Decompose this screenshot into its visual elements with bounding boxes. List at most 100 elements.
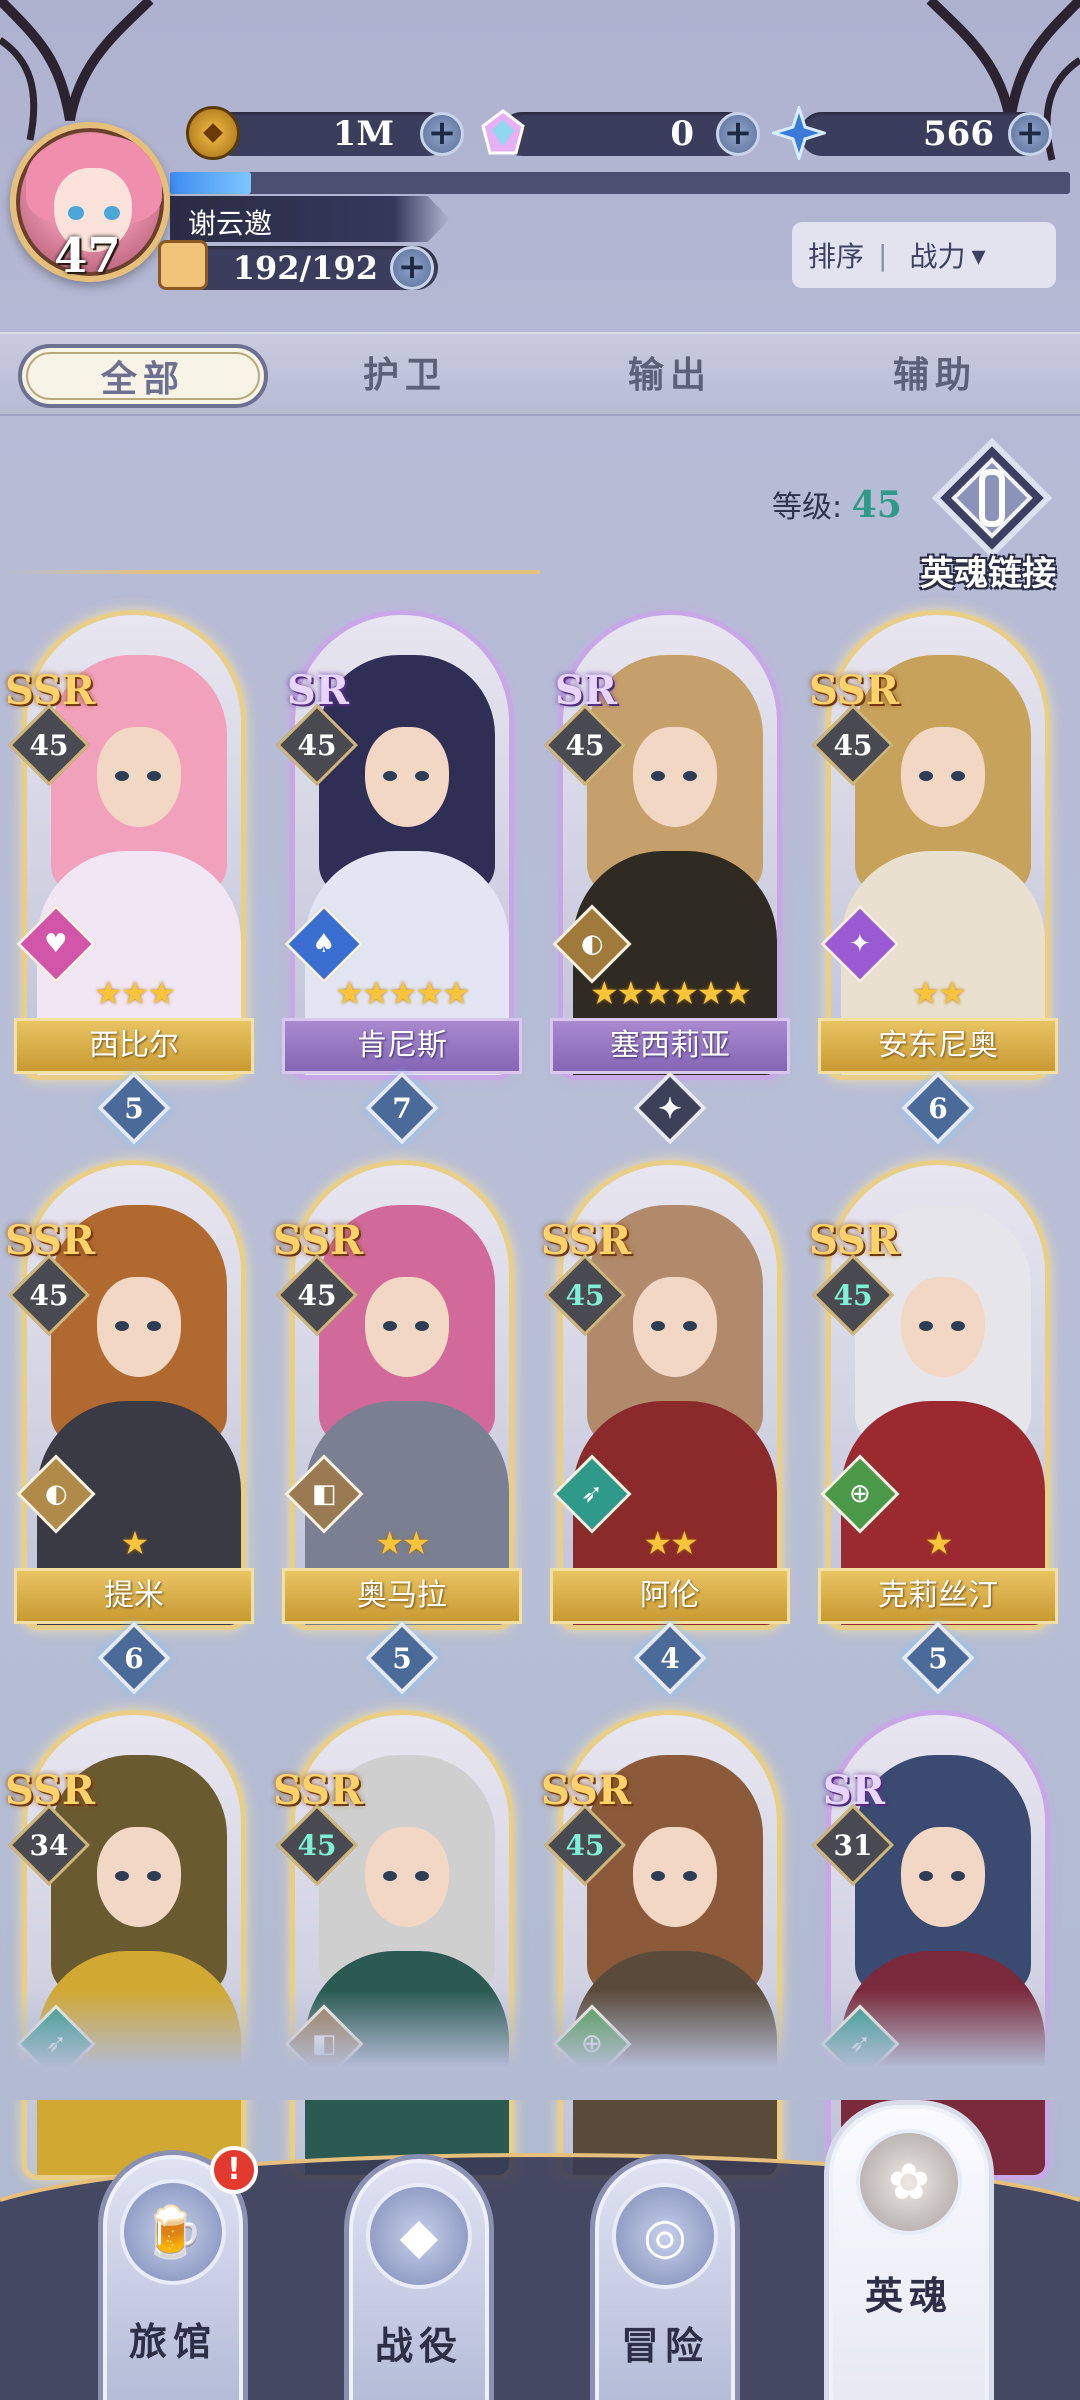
hero-name: 阿伦 — [550, 1568, 790, 1624]
portrait-eye — [115, 771, 129, 781]
nav-adventure[interactable]: ◎ 冒险 — [590, 2154, 740, 2400]
portrait-face — [97, 1277, 181, 1377]
star-rating: ★★ — [282, 1524, 522, 1562]
shield-icon: ◐ — [44, 1479, 68, 1509]
star-rating: ★★★★★★ — [550, 974, 790, 1012]
hero-link-icon[interactable] — [932, 438, 1052, 558]
add-stamina-button[interactable]: + — [390, 246, 434, 290]
portrait-eye — [115, 1321, 129, 1331]
hero-card[interactable]: SSR 45 ◧ ★★ 奥马拉 5 — [273, 1160, 522, 1695]
star-icon: ★ — [375, 1524, 404, 1562]
star-icon: ★ — [924, 1524, 954, 1562]
top-bar: 47 谢云邀 1M + 0 + 566 + 192/192 + 排序 | 战力 … — [0, 0, 1080, 320]
awakening-badge: 5 — [901, 1621, 975, 1695]
portrait-eye — [415, 1321, 429, 1331]
awakening-badge: 6 — [97, 1621, 171, 1695]
star-rating: ★★★★★ — [282, 974, 522, 1012]
star-rating: ★ — [14, 1524, 254, 1562]
gem-value: 0 — [670, 114, 694, 154]
star-icon: ★ — [120, 1524, 150, 1562]
bow-icon: ➶ — [581, 1478, 603, 1509]
portrait-face — [97, 727, 181, 827]
hero-card[interactable]: SR 45 ♠ ★★★★★ 肯尼斯 7 — [275, 610, 522, 1145]
tab-all[interactable]: 全部 — [18, 344, 268, 408]
gold-value: 1M — [332, 114, 394, 154]
hero-card[interactable]: SSR 45 ✦ ★★ 安东尼奥 6 — [809, 610, 1058, 1145]
portrait-face — [97, 1827, 181, 1927]
portrait-eye — [415, 771, 429, 781]
player-name-tag: 谢云邀 — [170, 196, 450, 242]
avatar-eye — [68, 206, 84, 220]
chevron-down-icon: ▾ — [971, 238, 986, 272]
player-name: 谢云邀 — [188, 207, 273, 240]
nav-adventure-label: 冒险 — [620, 2324, 709, 2368]
hero-card[interactable]: SSR 45 ➶ ★★ 阿伦 4 — [541, 1160, 790, 1695]
star-rating: ★★ — [550, 1524, 790, 1562]
nav-hero-soul-label: 英魂 — [864, 2274, 953, 2318]
hero-level: 45 — [29, 1278, 69, 1312]
awakening-value: 5 — [392, 1641, 412, 1675]
add-gem-button[interactable]: + — [716, 112, 760, 156]
hero-name: 提米 — [14, 1568, 254, 1624]
star-icon: ★ — [670, 1524, 699, 1562]
portrait-eye — [951, 1871, 965, 1881]
nav-hero-soul[interactable]: ✿ 英魂 — [824, 2100, 994, 2400]
bread-icon — [158, 240, 208, 290]
portrait-face — [901, 1827, 985, 1927]
player-level: 47 — [54, 228, 121, 284]
star-rating: ★ — [818, 1524, 1058, 1562]
star-icon: ★ — [442, 974, 471, 1012]
star-icon: ★ — [670, 974, 699, 1012]
star-rating: ★★★ — [14, 974, 254, 1012]
star-crystal-value: 566 — [923, 114, 994, 154]
add-gold-button[interactable]: + — [420, 112, 464, 156]
level-filter[interactable]: 等级: 45 — [772, 482, 902, 526]
hero-card[interactable]: SR 45 ◐ ★★★★★★ 塞西莉亚 ✦ — [543, 610, 790, 1145]
xp-bar-fill — [170, 172, 251, 194]
tab-support[interactable]: 辅助 — [810, 344, 1060, 408]
star-icon: ★ — [93, 974, 123, 1012]
tab-guard[interactable]: 护卫 — [280, 344, 530, 408]
hero-level: 45 — [297, 1828, 337, 1862]
nav-tavern-label: 旅馆 — [128, 2320, 217, 2364]
star-icon: ★ — [388, 974, 418, 1012]
hero-name: 奥马拉 — [282, 1568, 522, 1624]
portrait-face — [365, 1277, 449, 1377]
star-icon: ★ — [335, 974, 364, 1012]
nav-campaign[interactable]: ◆ 战役 — [344, 2154, 494, 2400]
portrait-eye — [651, 1321, 665, 1331]
portrait-eye — [919, 1321, 933, 1331]
hero-level: 45 — [565, 1828, 605, 1862]
target-icon: ⊕ — [849, 1478, 871, 1509]
sort-label: 排序 — [808, 240, 865, 273]
portrait-eye — [147, 771, 161, 781]
star-rating: ★★ — [818, 974, 1058, 1012]
gold-bar: 1M — [210, 112, 450, 156]
star-icon: ★ — [361, 974, 391, 1012]
shield-icon: ◐ — [580, 929, 604, 959]
hero-name: 克莉丝汀 — [818, 1568, 1058, 1624]
stamina-value: 192/192 — [232, 249, 378, 287]
hero-card[interactable]: SSR 45 ⊕ ★ 克莉丝汀 5 — [809, 1160, 1058, 1695]
awakening-value: 5 — [124, 1091, 144, 1125]
add-star-crystal-button[interactable]: + — [1008, 112, 1052, 156]
awakening-badge: ✦ — [633, 1071, 707, 1145]
portrait-eye — [383, 1871, 397, 1881]
awakening-value: 4 — [660, 1641, 680, 1675]
awakening-value: 6 — [928, 1091, 948, 1125]
portrait-eye — [383, 771, 397, 781]
hero-link-label[interactable]: 英魂链接 — [920, 546, 1056, 595]
tab-damage[interactable]: 输出 — [545, 344, 795, 408]
hero-level: 34 — [29, 1828, 69, 1862]
hero-card[interactable]: SSR 45 ◐ ★ 提米 6 — [5, 1160, 254, 1695]
hero-card[interactable]: SSR 45 ♥ ★★★ 西比尔 5 — [5, 610, 254, 1145]
sort-dropdown[interactable]: 排序 | 战力 ▾ — [792, 222, 1056, 288]
hero-level: 45 — [833, 1278, 873, 1312]
awakening-badge: 5 — [97, 1071, 171, 1145]
hero-level: 45 — [297, 1278, 337, 1312]
hero-level: 45 — [297, 728, 337, 762]
portrait-eye — [651, 1871, 665, 1881]
blade-icon: ◧ — [311, 1478, 337, 1509]
awakening-value: ✦ — [658, 1091, 682, 1125]
hero-level: 45 — [29, 728, 69, 762]
